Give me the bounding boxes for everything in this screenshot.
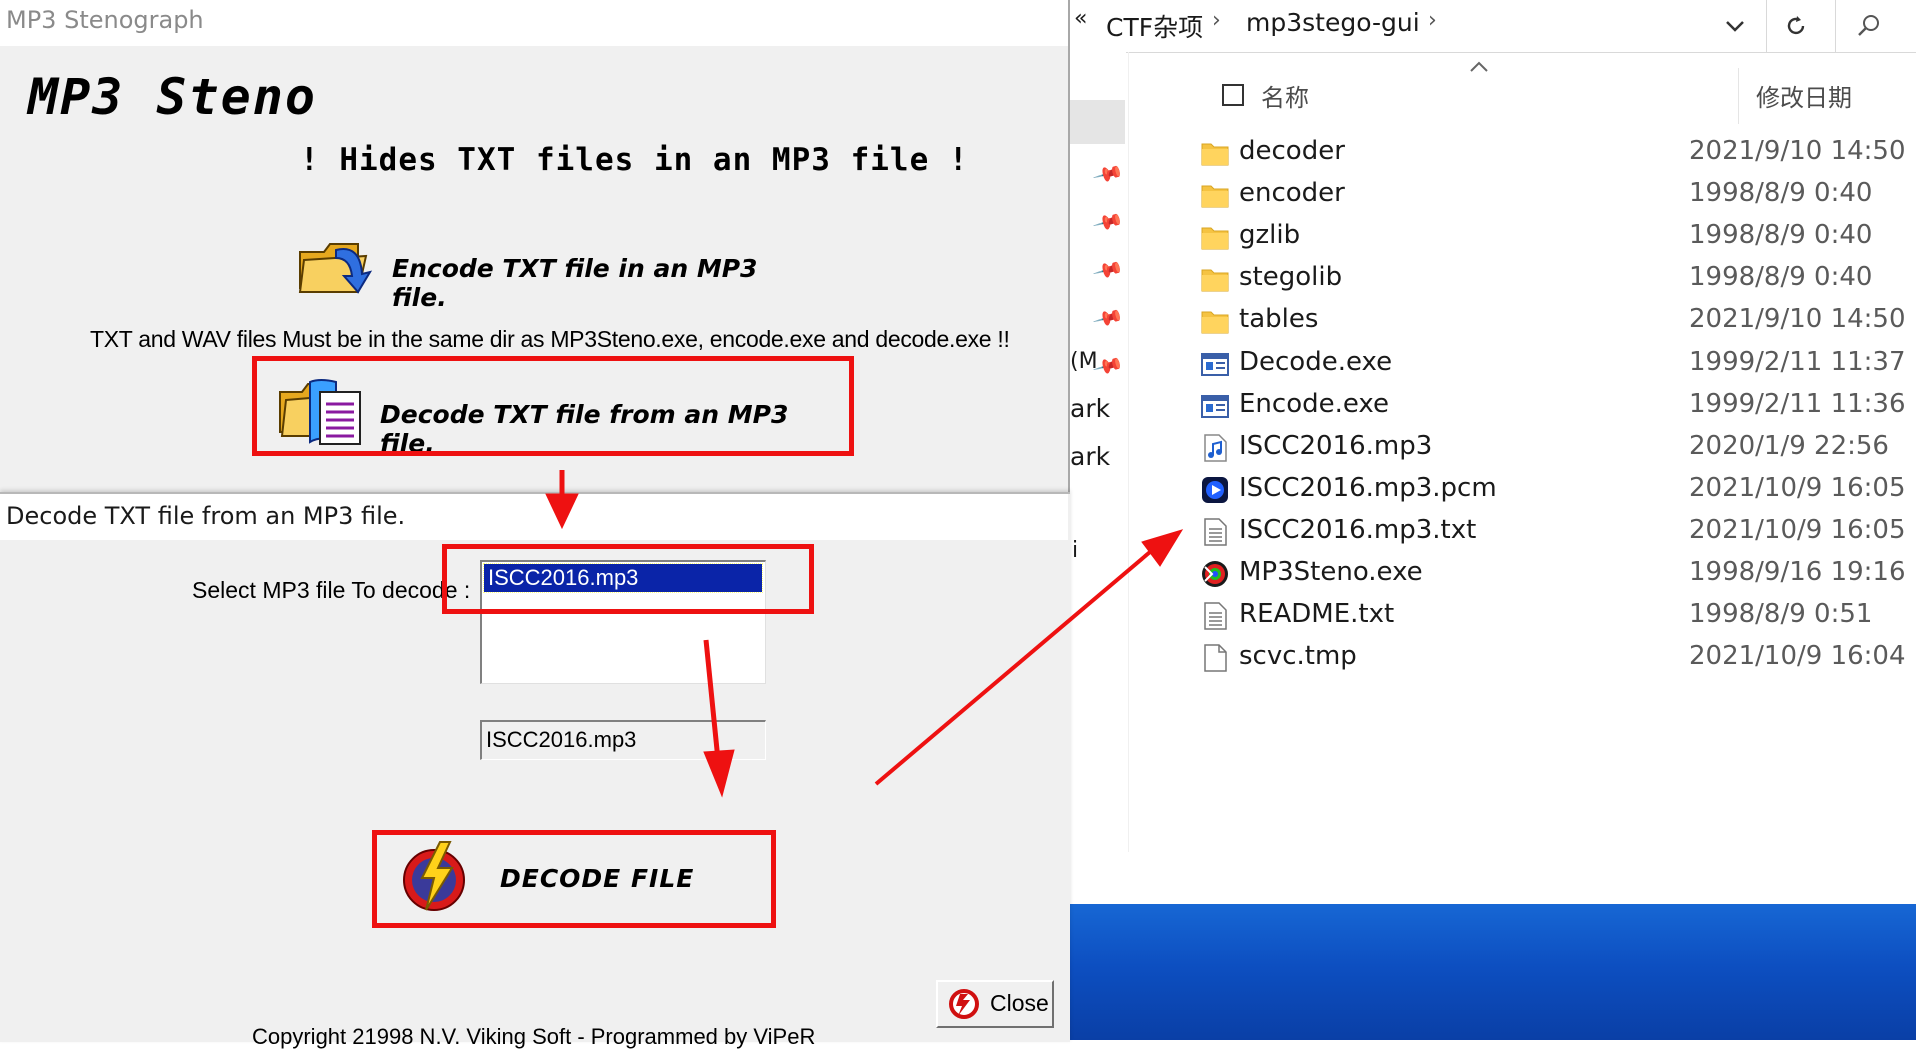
window-title: MP3 Stenograph (6, 6, 204, 34)
media-player-icon (1200, 475, 1230, 505)
file-modified-date: 2021/9/10 14:50 (1689, 304, 1906, 334)
exe-icon (1200, 349, 1230, 379)
file-modified-date: 1998/8/9 0:40 (1689, 262, 1873, 292)
chevron-right-icon[interactable]: › (1428, 8, 1437, 33)
close-button-label: Close (990, 990, 1049, 1016)
file-name[interactable]: Decode.exe (1239, 347, 1392, 377)
file-modified-date: 1998/8/9 0:51 (1689, 599, 1873, 629)
chevron-down-icon[interactable] (1706, 0, 1764, 52)
nav-item-fragment[interactable]: ark (1070, 394, 1110, 423)
file-row[interactable]: ISCC2016.mp3.pcm 2021/10/9 16:05 (1190, 471, 1916, 511)
file-modified-date: 2021/9/10 14:50 (1689, 136, 1906, 166)
search-icon (1858, 15, 1879, 36)
encode-button-label: Encode TXT file in an MP3 file. (392, 254, 758, 312)
file-row[interactable]: README.txt 1998/8/9 0:51 (1190, 597, 1916, 637)
file-name[interactable]: Encode.exe (1239, 389, 1389, 419)
file-name[interactable]: stegolib (1239, 262, 1342, 292)
file-modified-date: 1999/2/11 11:37 (1689, 347, 1906, 377)
pin-icon[interactable]: 📌 (1092, 301, 1126, 334)
dialog-titlebar[interactable]: Decode TXT file from an MP3 file. (0, 494, 1068, 540)
tagline: ! Hides TXT files in an MP3 file ! (300, 142, 969, 178)
file-modified-date: 2020/1/9 22:56 (1689, 431, 1889, 461)
pane-divider[interactable] (1128, 52, 1129, 852)
app-logo-text: MP3 Steno (28, 68, 317, 126)
file-name[interactable]: encoder (1239, 178, 1345, 208)
folder-icon (1200, 306, 1230, 336)
close-button[interactable]: Close (936, 980, 1054, 1028)
file-row[interactable]: Encode.exe 1999/2/11 11:36 (1190, 387, 1916, 427)
file-row[interactable]: MP3Steno.exe 1998/9/16 19:16 (1190, 555, 1916, 595)
pin-icon[interactable]: 📌 (1092, 205, 1126, 238)
file-name[interactable]: MP3Steno.exe (1239, 557, 1423, 587)
select-all-checkbox[interactable] (1222, 84, 1244, 106)
search-input[interactable] (1835, 0, 1916, 52)
breadcrumb-mp3stego-gui[interactable]: mp3stego-gui (1246, 8, 1420, 37)
file-modified-date: 1998/8/9 0:40 (1689, 220, 1873, 250)
nav-item-fragment[interactable]: ark (1070, 442, 1110, 471)
column-name-header[interactable]: 名称 (1261, 78, 1309, 113)
blank-file-icon (1200, 643, 1230, 673)
text-file-icon (1200, 517, 1230, 547)
file-modified-date: 1998/9/16 19:16 (1689, 557, 1906, 587)
file-name[interactable]: README.txt (1239, 599, 1394, 629)
folder-arrow-icon (298, 243, 373, 294)
file-row[interactable]: scvc.tmp 2021/10/9 16:04 (1190, 639, 1916, 679)
file-row[interactable]: decoder 2021/9/10 14:50 (1190, 134, 1916, 174)
select-mp3-label: Select MP3 file To decode : (192, 577, 471, 603)
folder-icon (1200, 180, 1230, 210)
nav-item-fragment[interactable]: i (1072, 538, 1078, 563)
window-titlebar[interactable]: MP3 Stenograph (0, 0, 1068, 46)
annotation-box-decode-file (372, 830, 776, 928)
file-modified-date: 1999/2/11 11:36 (1689, 389, 1906, 419)
pin-icon[interactable]: 📌 (1092, 157, 1126, 190)
file-row[interactable]: stegolib 1998/8/9 0:40 (1190, 260, 1916, 300)
navigation-pane: 📌 📌 📌 📌 (M 📌 ark ark i (1070, 52, 1126, 904)
annotation-box-listbox (442, 544, 814, 614)
sort-ascending-icon (1470, 61, 1488, 72)
file-row[interactable]: tables 2021/9/10 14:50 (1190, 302, 1916, 342)
exe-icon (1200, 391, 1230, 421)
file-modified-date: 2021/10/9 16:05 (1689, 515, 1906, 545)
copyright-text: Copyright 21998 N.V. Viking Soft - Progr… (252, 1024, 816, 1049)
file-row[interactable]: encoder 1998/8/9 0:40 (1190, 176, 1916, 216)
file-name[interactable]: scvc.tmp (1239, 641, 1357, 671)
address-bar[interactable]: « CTF杂项 › mp3stego-gui › (1070, 0, 1916, 53)
breadcrumb-overflow[interactable]: « (1074, 6, 1087, 31)
encode-button[interactable]: Encode TXT file in an MP3 file. (296, 230, 766, 312)
file-row[interactable]: ISCC2016.mp3.txt 2021/10/9 16:05 (1190, 513, 1916, 553)
folder-icon (1200, 264, 1230, 294)
file-row[interactable]: ISCC2016.mp3 2020/1/9 22:56 (1190, 429, 1916, 469)
file-name[interactable]: ISCC2016.mp3.txt (1239, 515, 1476, 545)
desktop-background (1070, 904, 1916, 1040)
selected-file-field[interactable]: ISCC2016.mp3 (480, 720, 766, 760)
dialog-title: Decode TXT file from an MP3 file. (6, 502, 406, 530)
text-file-icon (1200, 601, 1230, 631)
instruction-note: TXT and WAV files Must be in the same di… (90, 326, 1010, 352)
file-modified-date: 1998/8/9 0:40 (1689, 178, 1873, 208)
nav-item-selected[interactable] (1070, 100, 1125, 144)
file-name[interactable]: ISCC2016.mp3 (1239, 431, 1432, 461)
file-row[interactable]: Decode.exe 1999/2/11 11:37 (1190, 345, 1916, 385)
annotation-box-decode-txt (252, 356, 854, 456)
folder-icon (1200, 222, 1230, 252)
chevron-right-icon[interactable]: › (1212, 8, 1221, 33)
folder-icon (1200, 138, 1230, 168)
close-stop-icon (949, 989, 979, 1019)
column-date-header[interactable]: 修改日期 (1756, 78, 1852, 113)
refresh-icon[interactable] (1766, 0, 1825, 52)
file-modified-date: 2021/10/9 16:04 (1689, 641, 1906, 671)
column-header: 名称 修改日期 (1130, 60, 1916, 124)
breadcrumb-ctf[interactable]: CTF杂项 (1106, 8, 1203, 44)
pin-icon[interactable]: 📌 (1092, 253, 1126, 286)
file-name[interactable]: gzlib (1239, 220, 1300, 250)
audio-file-icon (1200, 433, 1230, 463)
file-modified-date: 2021/10/9 16:05 (1689, 473, 1906, 503)
file-name[interactable]: ISCC2016.mp3.pcm (1239, 473, 1497, 503)
column-divider[interactable] (1738, 68, 1739, 124)
mp3steno-app-icon (1200, 559, 1230, 589)
file-name[interactable]: decoder (1239, 136, 1345, 166)
file-name[interactable]: tables (1239, 304, 1318, 334)
file-row[interactable]: gzlib 1998/8/9 0:40 (1190, 218, 1916, 258)
